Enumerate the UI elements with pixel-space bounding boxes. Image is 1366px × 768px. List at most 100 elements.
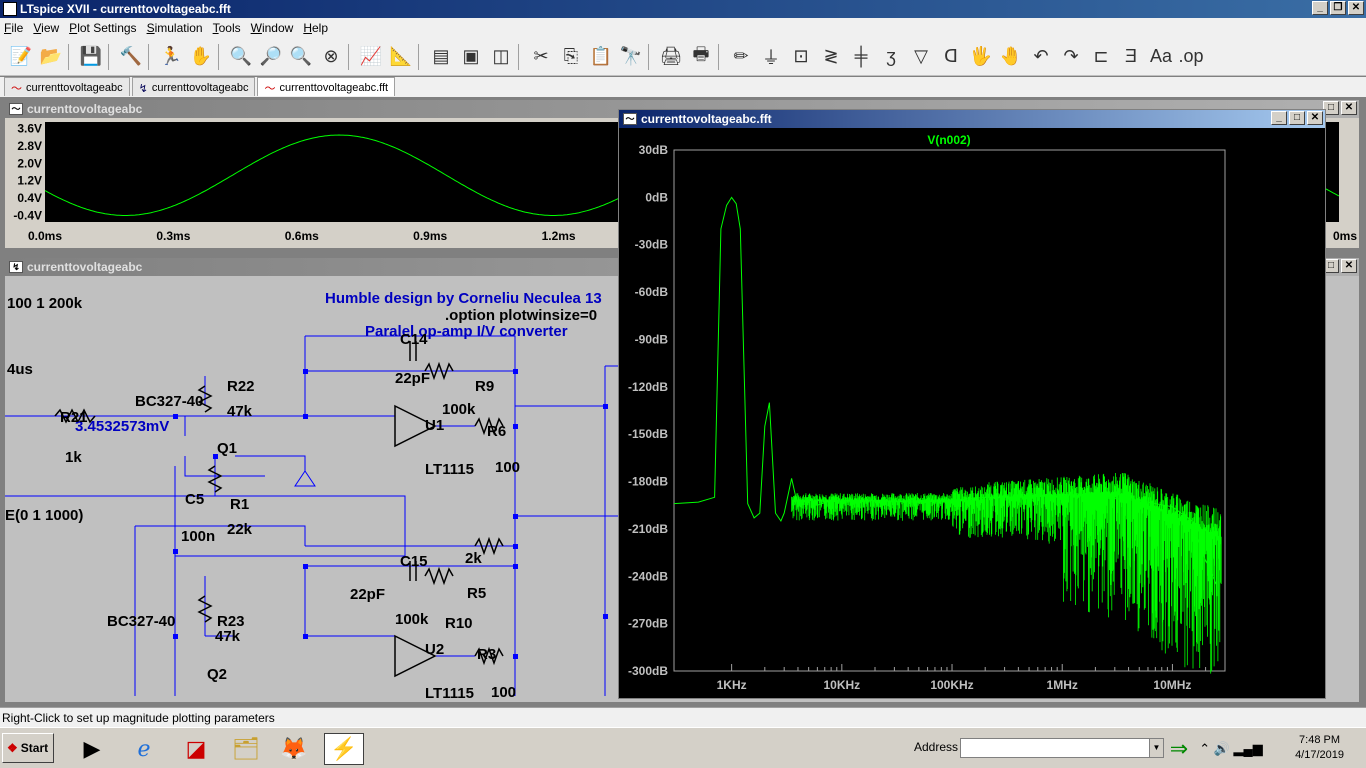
directive-option[interactable]: .option plotwinsize=0 (445, 307, 597, 324)
c15-label[interactable]: C15 (400, 553, 428, 570)
menu-item-simulation[interactable]: Simulation (147, 21, 203, 35)
start-button[interactable]: ❖ Start (2, 733, 54, 763)
r3-label[interactable]: R3 (477, 646, 496, 663)
print-setup-icon[interactable]: 🖨 (656, 42, 686, 72)
q1-label[interactable]: Q1 (217, 440, 237, 457)
label-net-icon[interactable]: ⊡ (786, 42, 816, 72)
r22-value[interactable]: 47k (227, 403, 253, 420)
clock[interactable]: 7:48 PM 4/17/2019 (1295, 733, 1344, 763)
menu-item-plot-settings[interactable]: Plot Settings (69, 21, 136, 35)
redo-icon[interactable]: ↷ (1056, 42, 1086, 72)
halt-hand-icon[interactable]: ✋ (186, 42, 216, 72)
c5-label[interactable]: C5 (185, 491, 204, 508)
print-icon[interactable]: 🖶 (686, 42, 716, 72)
fft-window-titlebar[interactable]: 〜 currenttovoltageabc.fft _ □ ✕ (619, 110, 1325, 128)
menu-item-window[interactable]: Window (251, 21, 294, 35)
copy-icon[interactable]: ⎘ (556, 42, 586, 72)
ltspice-taskbar-icon[interactable]: ⚡ (324, 733, 364, 765)
c5-value[interactable]: 100n (181, 528, 215, 545)
r1-label[interactable]: R1 (230, 496, 249, 513)
file-explorer-icon[interactable]: 🗂 (226, 733, 266, 765)
zoom-fit-icon[interactable]: ⊗ (316, 42, 346, 72)
spice-directive-icon[interactable]: .op (1176, 42, 1206, 72)
fft-window-maximize-button[interactable]: □ (1289, 111, 1305, 125)
chevron-down-icon[interactable]: ▼ (1149, 739, 1163, 757)
undo-icon[interactable]: ↶ (1026, 42, 1056, 72)
fft-trace-label[interactable]: V(n002) (927, 133, 970, 147)
r6-label[interactable]: R6 (487, 423, 506, 440)
zoom-pan-icon[interactable]: 🔎 (256, 42, 286, 72)
comment-humble[interactable]: Humble design by Corneliu Neculea 13 (325, 290, 602, 307)
text-icon[interactable]: Aa (1146, 42, 1176, 72)
c6-label[interactable]: C6 (131, 701, 150, 702)
menu-item-file[interactable]: File (4, 21, 23, 35)
zoom-in-icon[interactable]: 🔍 (226, 42, 256, 72)
paste-icon[interactable]: 📋 (586, 42, 616, 72)
system-tray-icons[interactable]: ⌃ 🔊 ▂▄▆ (1196, 733, 1266, 765)
address-input[interactable]: ▼ (960, 738, 1164, 758)
rotate-icon[interactable]: ⊏ (1086, 42, 1116, 72)
fft-window-close-button[interactable]: ✕ (1307, 111, 1323, 125)
directive-ac[interactable]: 100 1 200k (7, 295, 83, 312)
u2-value[interactable]: LT1115 (425, 685, 474, 702)
drag-hand-icon[interactable]: 🤚 (996, 42, 1026, 72)
directive-tran[interactable]: 4us (7, 361, 33, 378)
r23-value[interactable]: 47k (215, 628, 241, 645)
menu-item-view[interactable]: View (33, 21, 59, 35)
schematic-window-close-button[interactable]: ✕ (1341, 259, 1357, 273)
menu-item-help[interactable]: Help (303, 21, 328, 35)
q1-model-label[interactable]: BC327-40 (135, 393, 203, 410)
u1-label[interactable]: U1 (425, 417, 444, 434)
run-simulation-icon[interactable]: 🏃 (156, 42, 186, 72)
comment-paralel[interactable]: Paralel op-amp I/V converter (365, 323, 568, 340)
acrobat-icon[interactable]: ◪ (176, 733, 216, 765)
r21-value[interactable]: 1k (65, 449, 82, 466)
r10-value[interactable]: 100k (395, 611, 429, 628)
c15-value[interactable]: 22pF (350, 586, 385, 603)
component-icon[interactable]: ᗡ (936, 42, 966, 72)
q2-model-label[interactable]: BC327-40 (107, 613, 175, 630)
minimize-button[interactable]: _ (1312, 1, 1328, 15)
q2-label[interactable]: Q2 (207, 666, 227, 683)
draw-wire-icon[interactable]: ✏ (726, 42, 756, 72)
find-binoculars-icon[interactable]: 🔭 (616, 42, 646, 72)
resistor-icon[interactable]: ≷ (816, 42, 846, 72)
u2-label[interactable]: U2 (425, 641, 444, 658)
zoom-out-icon[interactable]: 🔍 (286, 42, 316, 72)
cut-icon[interactable]: ✂ (526, 42, 556, 72)
u1-value[interactable]: LT1115 (425, 461, 474, 478)
r3-value[interactable]: 100 (491, 684, 516, 701)
firefox-icon[interactable]: 🦊 (274, 733, 314, 765)
fft-plot[interactable]: V(n002) 30dB 0dB -30dB -60dB -90dB -120dB -150… (619, 128, 1325, 698)
close-button[interactable]: ✕ (1348, 1, 1364, 15)
menu-item-tools[interactable]: Tools (213, 21, 241, 35)
diode-icon[interactable]: ▽ (906, 42, 936, 72)
cascade-icon[interactable]: ▣ (456, 42, 486, 72)
open-folder-icon[interactable]: 📂 (36, 42, 66, 72)
r21-label[interactable]: R21 (60, 409, 88, 426)
fft-window-minimize-button[interactable]: _ (1271, 111, 1287, 125)
r10-label[interactable]: R10 (445, 615, 473, 632)
inductor-icon[interactable]: ʒ (876, 42, 906, 72)
source-sine-label[interactable]: E(0 1 1000) (5, 507, 83, 524)
new-schematic-icon[interactable]: 📝 (6, 42, 36, 72)
save-icon[interactable]: 💾 (76, 42, 106, 72)
tab-schematic[interactable]: ↯ currenttovoltageabc (131, 77, 256, 96)
r6-value[interactable]: 100 (495, 459, 520, 476)
internet-explorer-icon[interactable]: ℯ (124, 733, 164, 765)
media-player-icon[interactable]: ▶ (72, 733, 112, 765)
tile-vertical-icon[interactable]: ◫ (486, 42, 516, 72)
c14-label[interactable]: C14 (400, 331, 428, 348)
r9-label[interactable]: R9 (475, 378, 494, 395)
control-panel-hammer-icon[interactable]: 🔨 (116, 42, 146, 72)
c14-value[interactable]: 22pF (395, 370, 430, 387)
time-window-close-button[interactable]: ✕ (1341, 101, 1357, 115)
r9-value[interactable]: 100k (442, 401, 476, 418)
restore-button[interactable]: ❐ (1330, 1, 1346, 15)
capacitor-icon[interactable]: ╪ (846, 42, 876, 72)
r22-label[interactable]: R22 (227, 378, 255, 395)
go-arrow-icon[interactable]: ⇒ (1168, 733, 1190, 765)
tab-waveform[interactable]: 〜 currenttovoltageabc (4, 77, 130, 96)
r5-value[interactable]: 2k (465, 550, 482, 567)
zoom-extents-icon[interactable]: 📐 (386, 42, 416, 72)
